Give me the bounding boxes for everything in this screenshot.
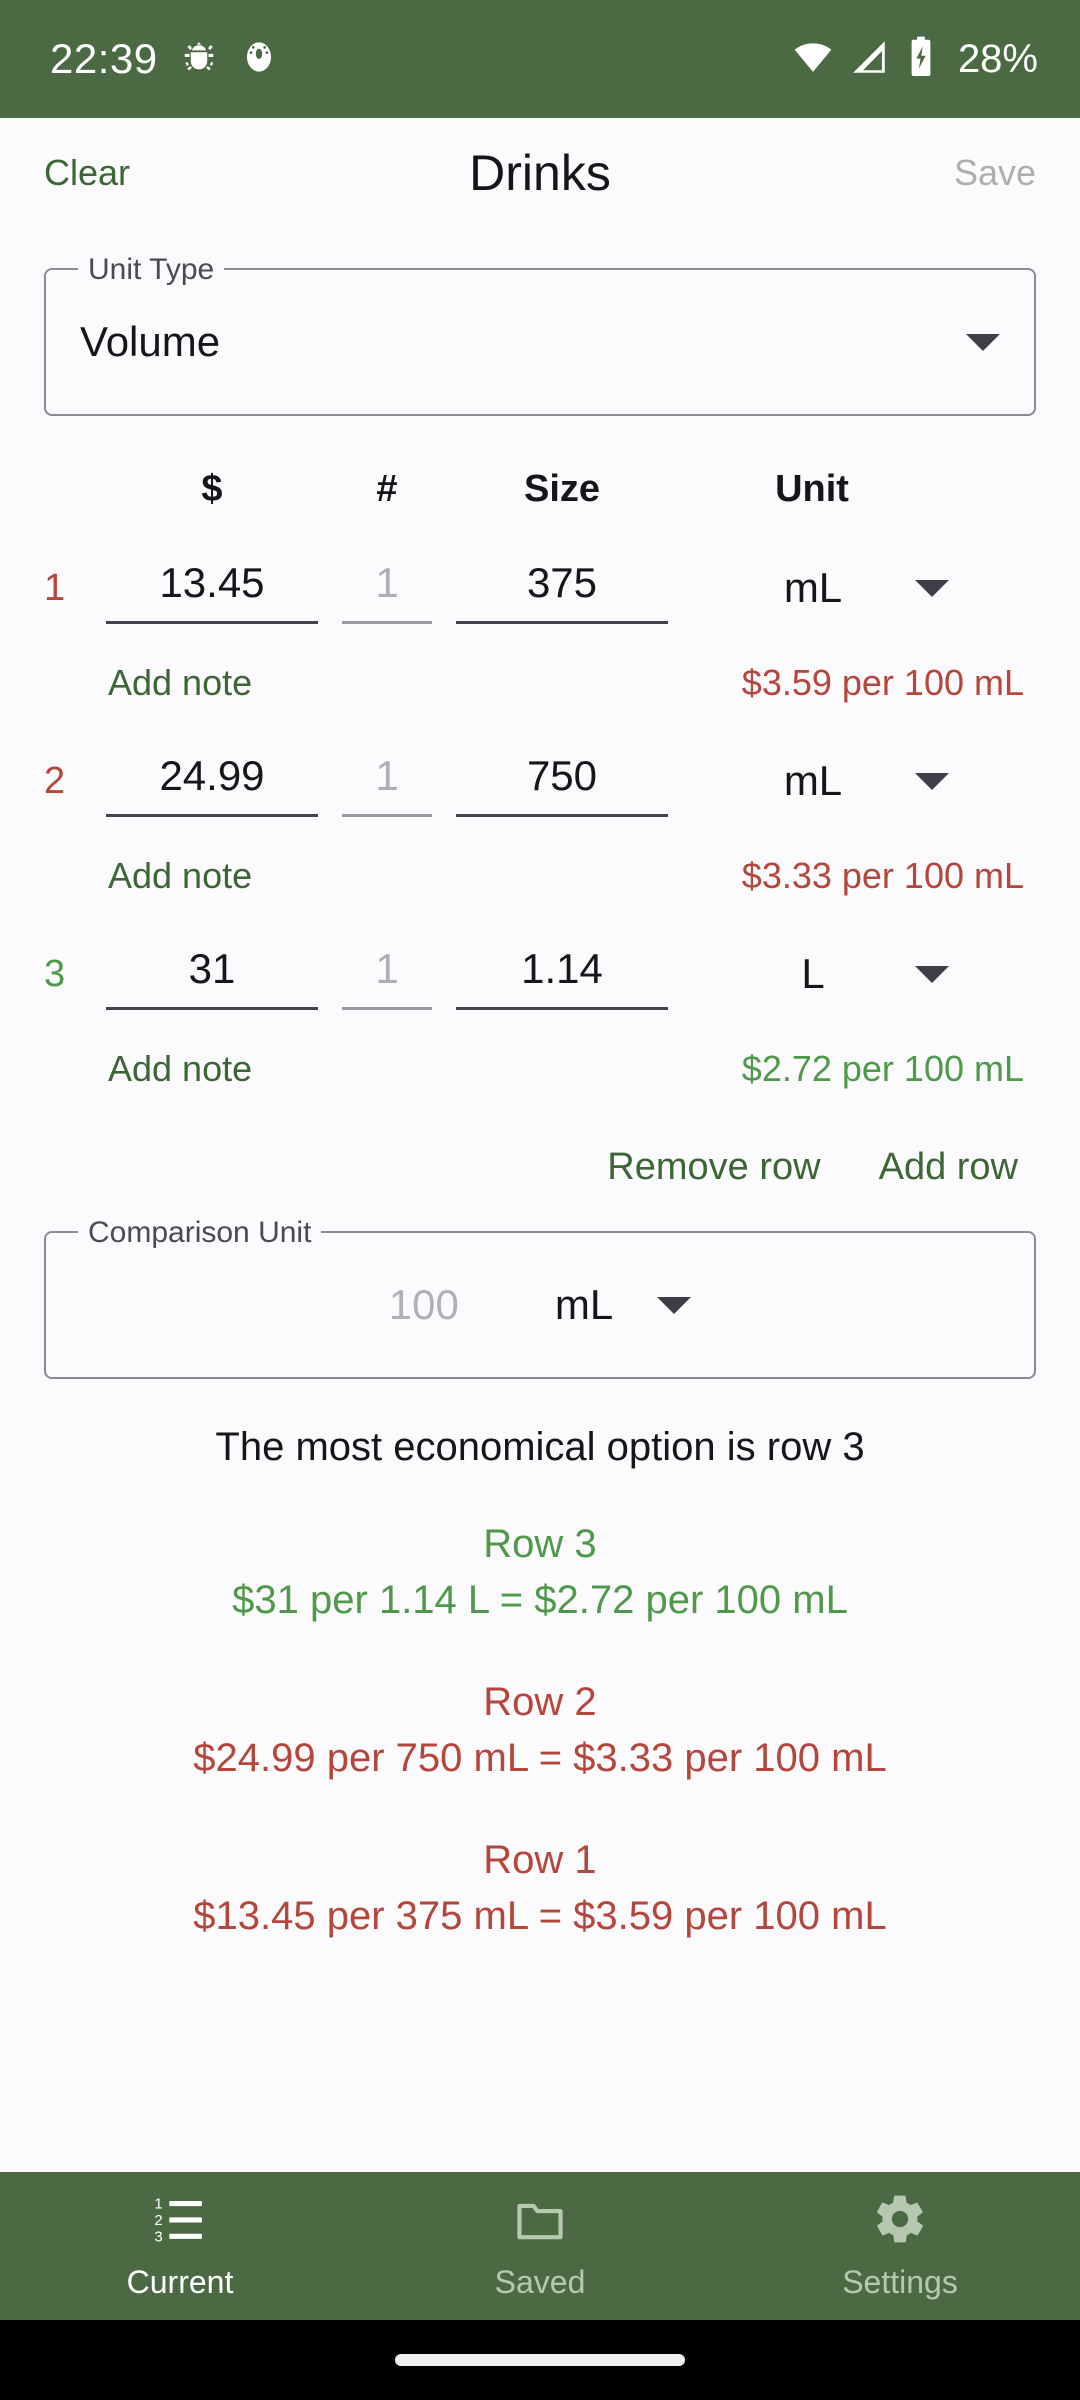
quantity-input[interactable]: 1 xyxy=(342,750,432,817)
svg-text:3: 3 xyxy=(154,2228,162,2245)
result-item: Row 2 $24.99 per 750 mL = $3.33 per 100 … xyxy=(0,1674,1080,1786)
comparison-unit-section: Comparison Unit 100 mL xyxy=(0,1215,1080,1379)
result-row-title: Row 2 xyxy=(483,1680,597,1724)
unit-dropdown[interactable]: mL xyxy=(668,757,1036,817)
unit-type-section: Unit Type Volume xyxy=(0,228,1080,416)
row-note-line: Add note $3.33 per 100 mL xyxy=(0,855,1080,897)
comparison-quantity-input[interactable]: 100 xyxy=(389,1281,459,1329)
result-headline: The most economical option is row 3 xyxy=(215,1425,865,1469)
status-bar-right: 28% xyxy=(792,36,1038,83)
app-bar: Clear Drinks Save xyxy=(0,118,1080,228)
result-row-detail: $31 per 1.14 L = $2.72 per 100 mL xyxy=(232,1578,848,1622)
home-gesture-pill[interactable] xyxy=(395,2354,685,2366)
system-gesture-area xyxy=(0,2320,1080,2400)
battery-percent-label: 28% xyxy=(957,36,1038,81)
add-note-button[interactable]: Add note xyxy=(108,855,252,897)
bottom-navigation-bar: 1 2 3 Current Saved Settings xyxy=(0,2172,1080,2320)
unit-dropdown[interactable]: L xyxy=(668,950,1036,1010)
android-debug-icon xyxy=(180,38,218,81)
comparison-unit-field: Comparison Unit 100 mL xyxy=(44,1215,1036,1379)
result-item: Row 1 $13.45 per 375 mL = $3.59 per 100 … xyxy=(0,1832,1080,1944)
comparison-unit-dropdown[interactable]: mL xyxy=(554,1281,692,1329)
table-row: 1 13.45 1 375 mL xyxy=(0,557,1080,624)
page-title: Drinks xyxy=(469,145,611,201)
add-note-button[interactable]: Add note xyxy=(108,662,252,704)
nav-item-current[interactable]: 1 2 3 Current xyxy=(0,2191,360,2301)
bug-report-icon xyxy=(240,38,278,81)
row-actions: Remove row Add row xyxy=(0,1146,1080,1189)
nav-label-saved: Saved xyxy=(494,2264,586,2300)
size-input[interactable]: 375 xyxy=(456,557,668,624)
gear-icon xyxy=(872,2191,928,2252)
unit-price-label: $2.72 per 100 mL xyxy=(741,1048,1024,1089)
size-input[interactable]: 750 xyxy=(456,750,668,817)
unit-type-legend: Unit Type xyxy=(78,252,225,288)
numbered-list-icon: 1 2 3 xyxy=(152,2191,208,2252)
chevron-down-icon xyxy=(657,1296,692,1314)
comparison-unit-legend: Comparison Unit xyxy=(78,1215,322,1251)
row-note-line: Add note $3.59 per 100 mL xyxy=(0,662,1080,704)
table-header-row: $ # Size Unit xyxy=(0,468,1080,511)
unit-dropdown[interactable]: mL xyxy=(668,564,1036,624)
header-unit: Unit xyxy=(775,468,849,510)
quantity-input[interactable]: 1 xyxy=(342,943,432,1010)
results-section: The most economical option is row 3 Row … xyxy=(0,1425,1080,1944)
app-window: 22:39 28% Clear Drinks Save Unit Type Vo… xyxy=(0,0,1080,2400)
header-price: $ xyxy=(201,468,223,510)
unit-value: L xyxy=(801,950,825,997)
row-note-line: Add note $2.72 per 100 mL xyxy=(0,1048,1080,1090)
add-note-button[interactable]: Add note xyxy=(108,1048,252,1090)
clear-button[interactable]: Clear xyxy=(44,152,234,194)
folder-icon xyxy=(512,2191,568,2252)
price-input[interactable]: 31 xyxy=(106,943,318,1010)
result-row-detail: $13.45 per 375 mL = $3.59 per 100 mL xyxy=(193,1894,887,1938)
header-quantity: # xyxy=(376,468,398,510)
save-button[interactable]: Save xyxy=(846,152,1036,194)
unit-type-value: Volume xyxy=(80,318,221,365)
unit-type-dropdown[interactable]: Unit Type Volume xyxy=(44,252,1036,416)
quantity-input[interactable]: 1 xyxy=(342,557,432,624)
add-row-button[interactable]: Add row xyxy=(879,1146,1018,1189)
result-row-detail: $24.99 per 750 mL = $3.33 per 100 mL xyxy=(193,1736,887,1780)
size-input[interactable]: 1.14 xyxy=(456,943,668,1010)
svg-text:1: 1 xyxy=(154,2196,162,2213)
unit-value: mL xyxy=(783,757,843,804)
result-item: Row 3 $31 per 1.14 L = $2.72 per 100 mL xyxy=(0,1516,1080,1628)
comparison-unit-inner: 100 mL xyxy=(80,1281,1000,1329)
nav-item-settings[interactable]: Settings xyxy=(720,2191,1080,2301)
comparison-unit-value: mL xyxy=(554,1281,614,1328)
result-row-title: Row 1 xyxy=(483,1838,597,1882)
unit-price-label: $3.59 per 100 mL xyxy=(741,662,1024,703)
header-size: Size xyxy=(523,468,601,510)
row-index-label: 3 xyxy=(44,953,66,995)
nav-item-saved[interactable]: Saved xyxy=(360,2191,720,2301)
chevron-down-icon xyxy=(915,772,949,790)
nav-label-current: Current xyxy=(126,2264,234,2300)
cellular-signal-icon xyxy=(848,36,890,83)
row-index-label: 1 xyxy=(44,567,66,609)
result-row-title: Row 3 xyxy=(483,1522,597,1566)
chevron-down-icon xyxy=(966,333,1000,351)
wifi-icon xyxy=(792,36,834,83)
chevron-down-icon xyxy=(915,965,949,983)
unit-price-label: $3.33 per 100 mL xyxy=(741,855,1024,896)
status-bar: 22:39 28% xyxy=(0,0,1080,118)
remove-row-button[interactable]: Remove row xyxy=(607,1146,820,1189)
main-content: Unit Type Volume $ # Size Unit 1 13.45 1… xyxy=(0,228,1080,2172)
status-bar-left: 22:39 xyxy=(50,35,278,83)
svg-text:2: 2 xyxy=(154,2212,162,2229)
price-input[interactable]: 13.45 xyxy=(106,557,318,624)
status-bar-clock: 22:39 xyxy=(50,35,158,82)
table-row: 2 24.99 1 750 mL xyxy=(0,750,1080,817)
unit-value: mL xyxy=(783,564,843,611)
chevron-down-icon xyxy=(915,579,949,597)
table-row: 3 31 1 1.14 L xyxy=(0,943,1080,1010)
price-input[interactable]: 24.99 xyxy=(106,750,318,817)
nav-label-settings: Settings xyxy=(842,2264,958,2300)
battery-charging-icon xyxy=(904,36,938,83)
row-index-label: 2 xyxy=(44,760,66,802)
